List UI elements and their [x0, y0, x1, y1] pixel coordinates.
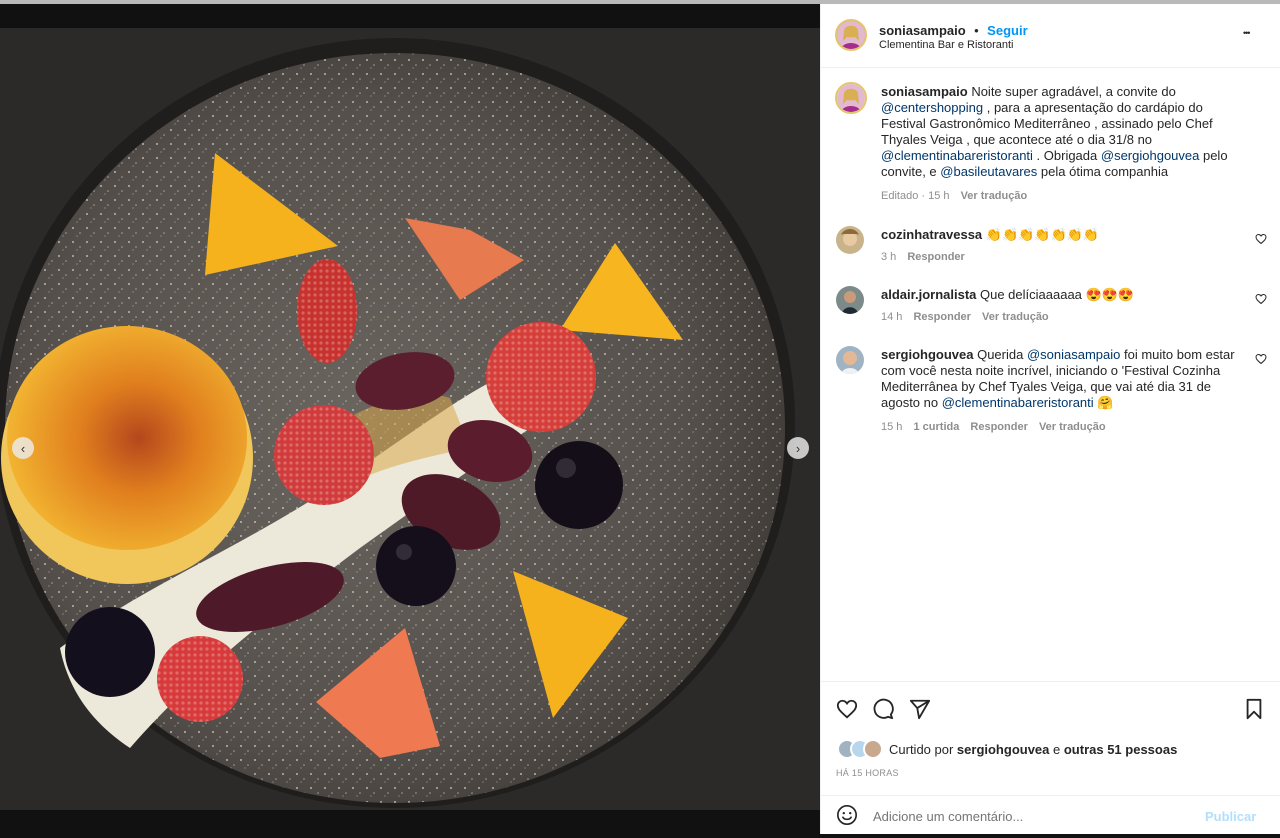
liked-by-avatars — [836, 738, 884, 760]
comment-time: 14 h — [881, 311, 903, 323]
comment-text: Que delíciaaaaaa 😍😍😍 — [976, 287, 1135, 302]
reply-button[interactable]: Responder — [907, 251, 964, 263]
mention-link[interactable]: @basileutavares — [940, 164, 1037, 179]
caption-translate-link[interactable]: Ver tradução — [961, 190, 1028, 202]
mention-link[interactable]: @soniasampaio — [1027, 347, 1120, 362]
carousel-next-button[interactable]: › — [787, 437, 809, 459]
comment-text: 🤗 — [1093, 395, 1114, 410]
comment-time: 15 h — [881, 421, 903, 433]
comment-composer: Publicar — [821, 795, 1280, 834]
avatar-image — [836, 286, 864, 314]
comment-author[interactable]: cozinhatravessa — [881, 227, 982, 242]
chevron-right-icon: › — [795, 440, 801, 456]
mention-link[interactable]: @clementinabareristoranti — [881, 148, 1033, 163]
likes-others-link[interactable]: outras 51 pessoas — [1064, 742, 1177, 757]
like-comment-heart-icon[interactable] — [1255, 233, 1267, 245]
likes-summary: Curtido por sergiohgouvea e outras 51 pe… — [889, 742, 1177, 757]
post-details-panel: soniasampaio • Seguir Clementina Bar e R… — [820, 4, 1280, 834]
reply-button[interactable]: Responder — [970, 421, 1027, 433]
comment-avatar[interactable] — [836, 346, 864, 374]
more-options-icon[interactable]: ••• — [1243, 28, 1251, 38]
post-media[interactable]: ‹ › — [0, 28, 820, 810]
comment-text: 👏👏👏👏👏👏👏 — [982, 227, 1100, 242]
like-heart-icon[interactable] — [836, 698, 858, 720]
liked-by-user[interactable]: sergiohgouvea — [957, 742, 1049, 757]
likes-prefix: Curtido por — [889, 742, 957, 757]
comment-bubble-icon[interactable] — [872, 698, 894, 720]
caption-meta: Editado · 15 h Ver tradução — [881, 190, 1027, 202]
translate-link[interactable]: Ver tradução — [982, 311, 1049, 323]
comment-meta: 14 h Responder Ver tradução — [881, 311, 1049, 323]
mention-link[interactable]: @centershopping — [881, 100, 983, 115]
caption-part: pela ótima companhia — [1037, 164, 1169, 179]
post-header: soniasampaio • Seguir Clementina Bar e R… — [821, 4, 1280, 68]
publish-button[interactable]: Publicar — [1205, 809, 1256, 824]
comment-meta: 3 h Responder — [881, 251, 965, 263]
like-comment-heart-icon[interactable] — [1255, 293, 1267, 305]
post-location[interactable]: Clementina Bar e Ristoranti — [879, 39, 1014, 51]
caption-author[interactable]: soniasampaio — [881, 84, 968, 99]
liked-avatar-stack — [837, 739, 883, 759]
save-bookmark-icon[interactable] — [1244, 698, 1264, 720]
comment-text: Querida — [973, 347, 1027, 362]
post-timestamp[interactable]: HÁ 15 HORAS — [836, 768, 899, 778]
emoji-icon[interactable] — [836, 804, 858, 826]
instagram-post-modal: ‹ › soniasampaio • Seguir Clementina Bar… — [0, 0, 1280, 838]
comment: cozinhatravessa 👏👏👏👏👏👏👏 — [881, 227, 1241, 243]
dessert-photo — [0, 28, 820, 810]
comment: aldair.jornalista Que delíciaaaaaa 😍😍😍 — [881, 287, 1241, 303]
comment-meta: 15 h 1 curtida Responder Ver tradução — [881, 421, 1106, 433]
reply-button[interactable]: Responder — [913, 311, 970, 323]
translate-link[interactable]: Ver tradução — [1039, 421, 1106, 433]
like-comment-heart-icon[interactable] — [1255, 353, 1267, 365]
chevron-left-icon: ‹ — [20, 440, 26, 456]
caption-edited-time: Editado · 15 h — [881, 190, 950, 202]
carousel-prev-button[interactable]: ‹ — [12, 437, 34, 459]
comment-avatar[interactable] — [836, 226, 864, 254]
avatar-image — [837, 84, 865, 112]
caption-part: . Obrigada — [1032, 148, 1101, 163]
mention-link[interactable]: @sergiohgouvea — [1101, 148, 1199, 163]
dot-separator: • — [974, 23, 979, 38]
header-title: soniasampaio • Seguir — [879, 22, 1028, 40]
author-username[interactable]: soniasampaio — [879, 23, 966, 38]
caption-text: soniasampaio Noite super agradável, a co… — [881, 84, 1251, 180]
comment-author[interactable]: sergiohgouvea — [881, 347, 973, 362]
caption-part: Noite super agradável, a convite do — [967, 84, 1176, 99]
comment-avatar[interactable] — [836, 286, 864, 314]
comment-author[interactable]: aldair.jornalista — [881, 287, 976, 302]
avatar-image — [837, 21, 865, 49]
share-send-icon[interactable] — [909, 698, 931, 720]
avatar-image — [836, 346, 864, 374]
author-avatar[interactable] — [835, 19, 867, 51]
comment-likes-count[interactable]: 1 curtida — [913, 421, 959, 433]
comment: sergiohgouvea Querida @soniasampaio foi … — [881, 347, 1251, 411]
avatar-image — [836, 226, 864, 254]
caption-author-avatar[interactable] — [835, 82, 867, 114]
likes-middle: e — [1049, 742, 1064, 757]
mention-link[interactable]: @clementinabareristoranti — [942, 395, 1094, 410]
comment-time: 3 h — [881, 251, 897, 263]
follow-button[interactable]: Seguir — [987, 23, 1027, 38]
comment-input[interactable] — [873, 806, 1173, 826]
